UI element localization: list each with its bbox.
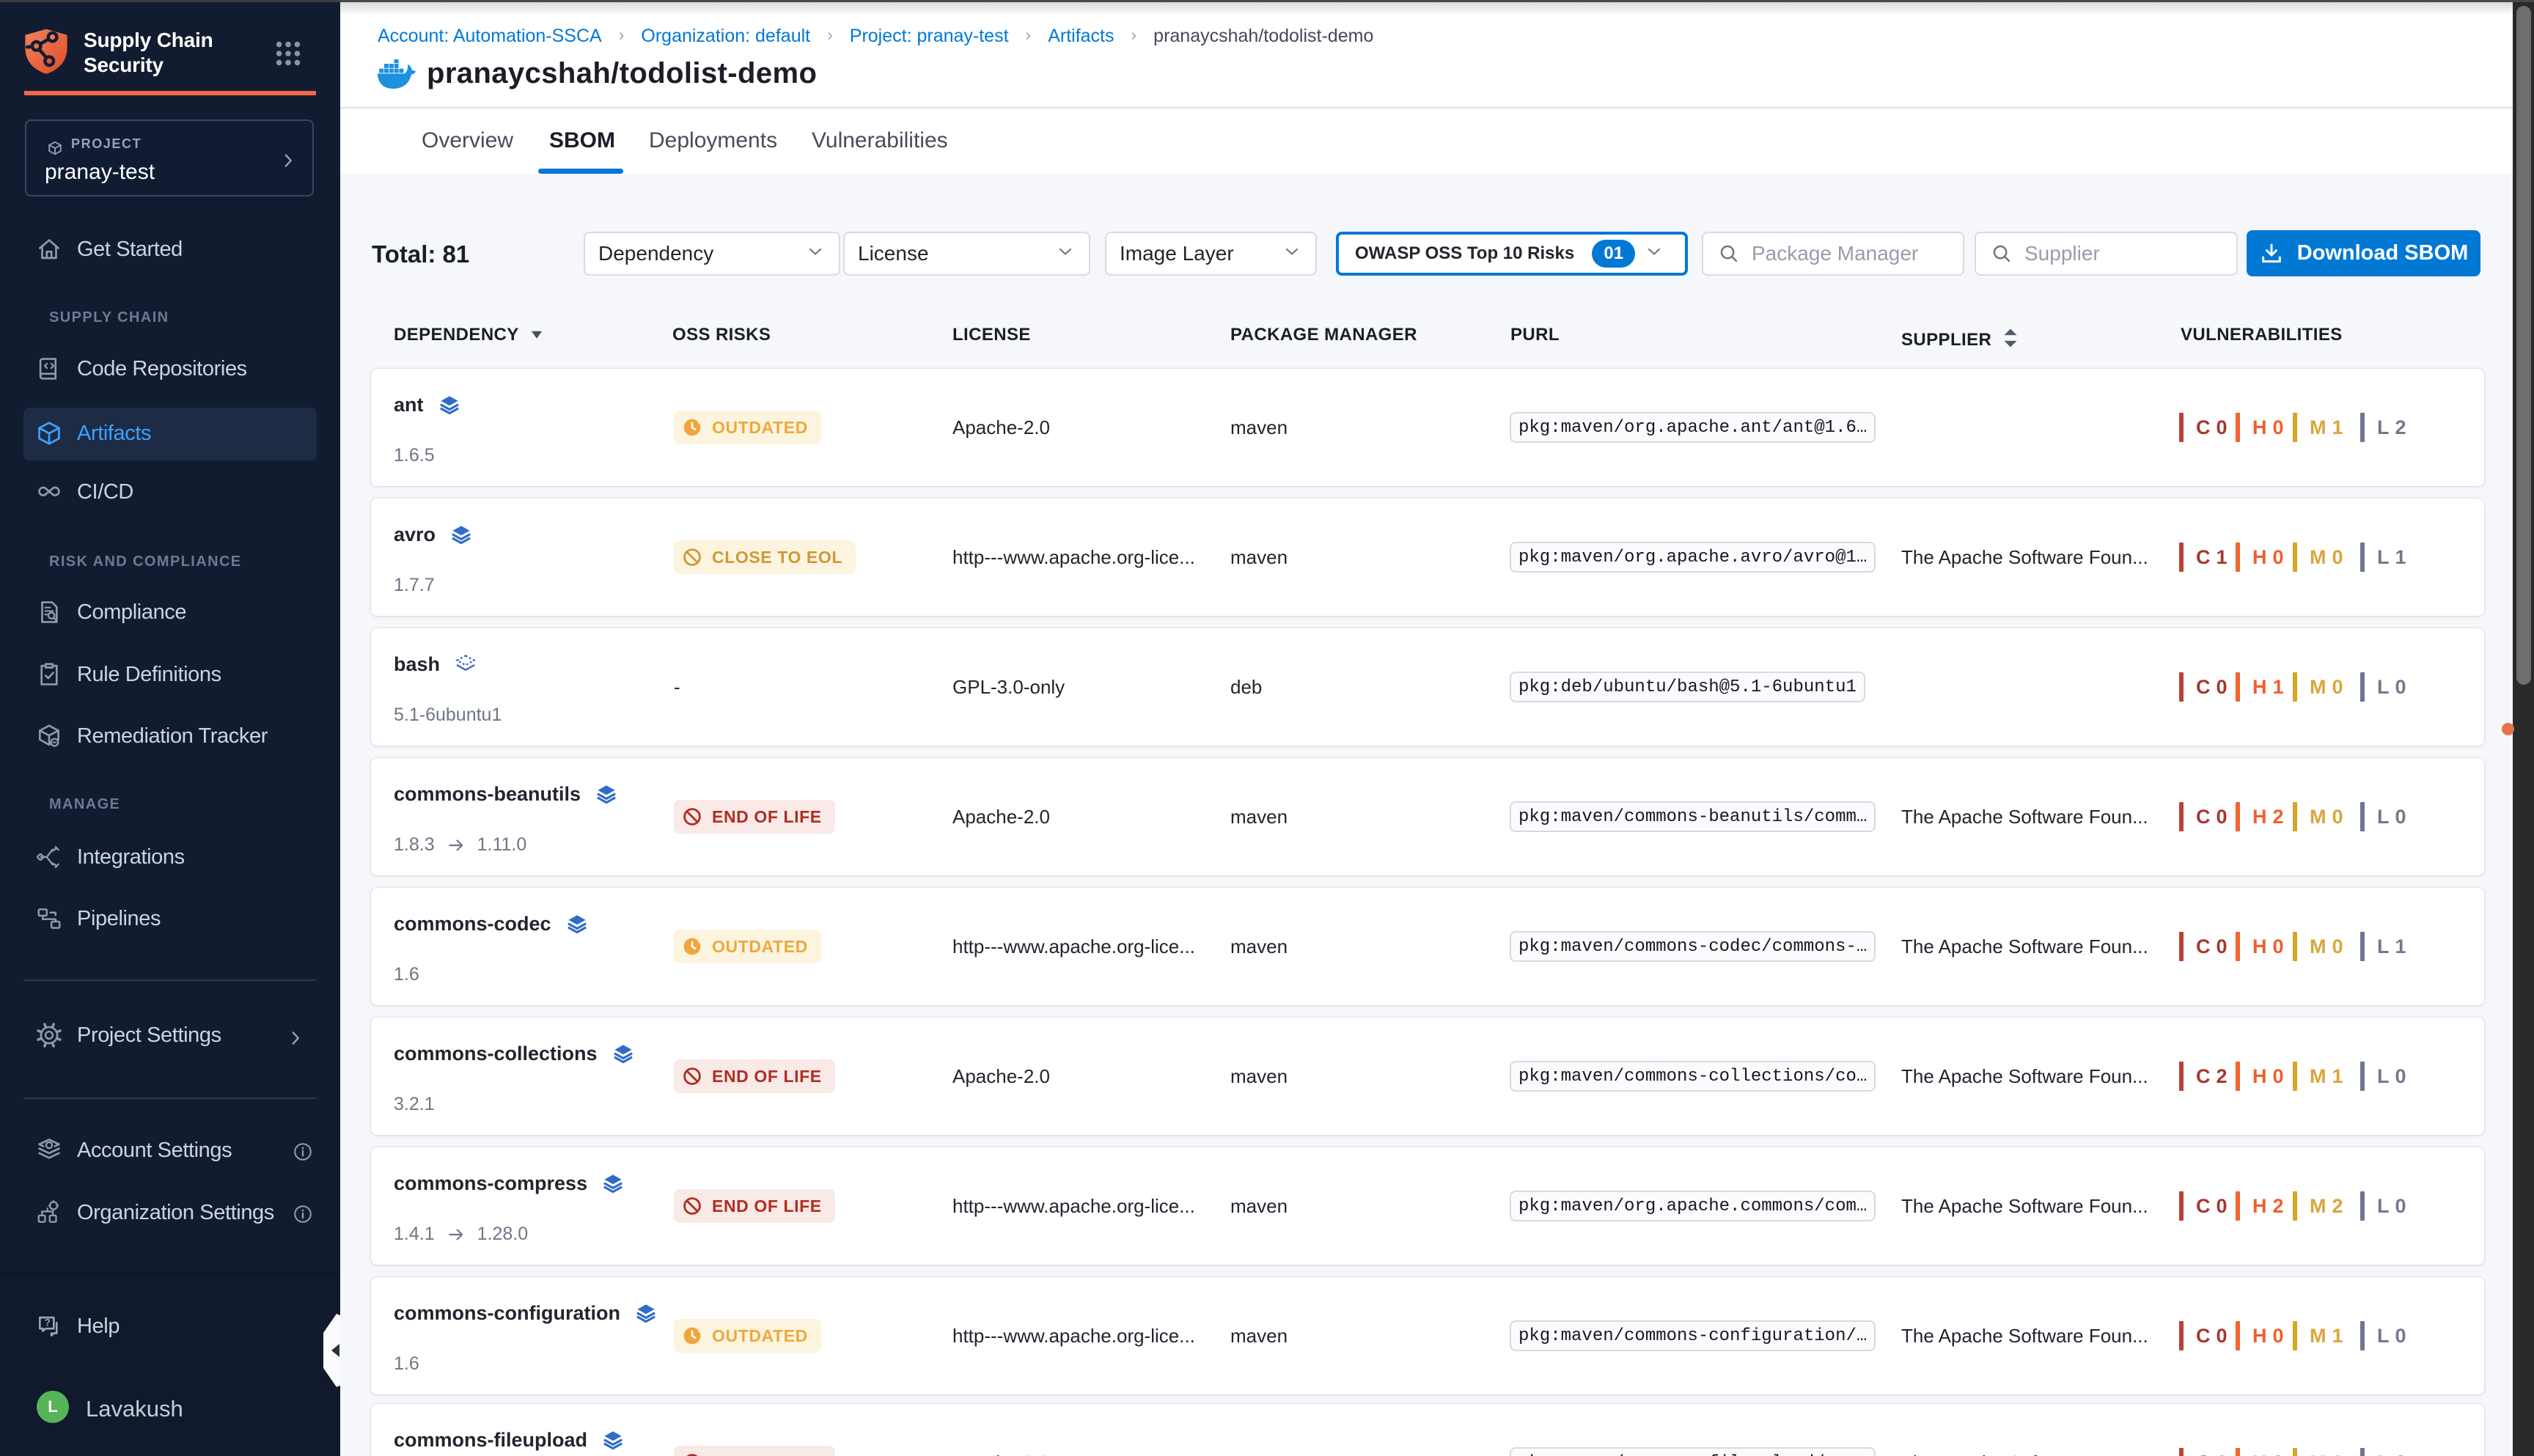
svg-text:?: ? [45, 1317, 51, 1328]
